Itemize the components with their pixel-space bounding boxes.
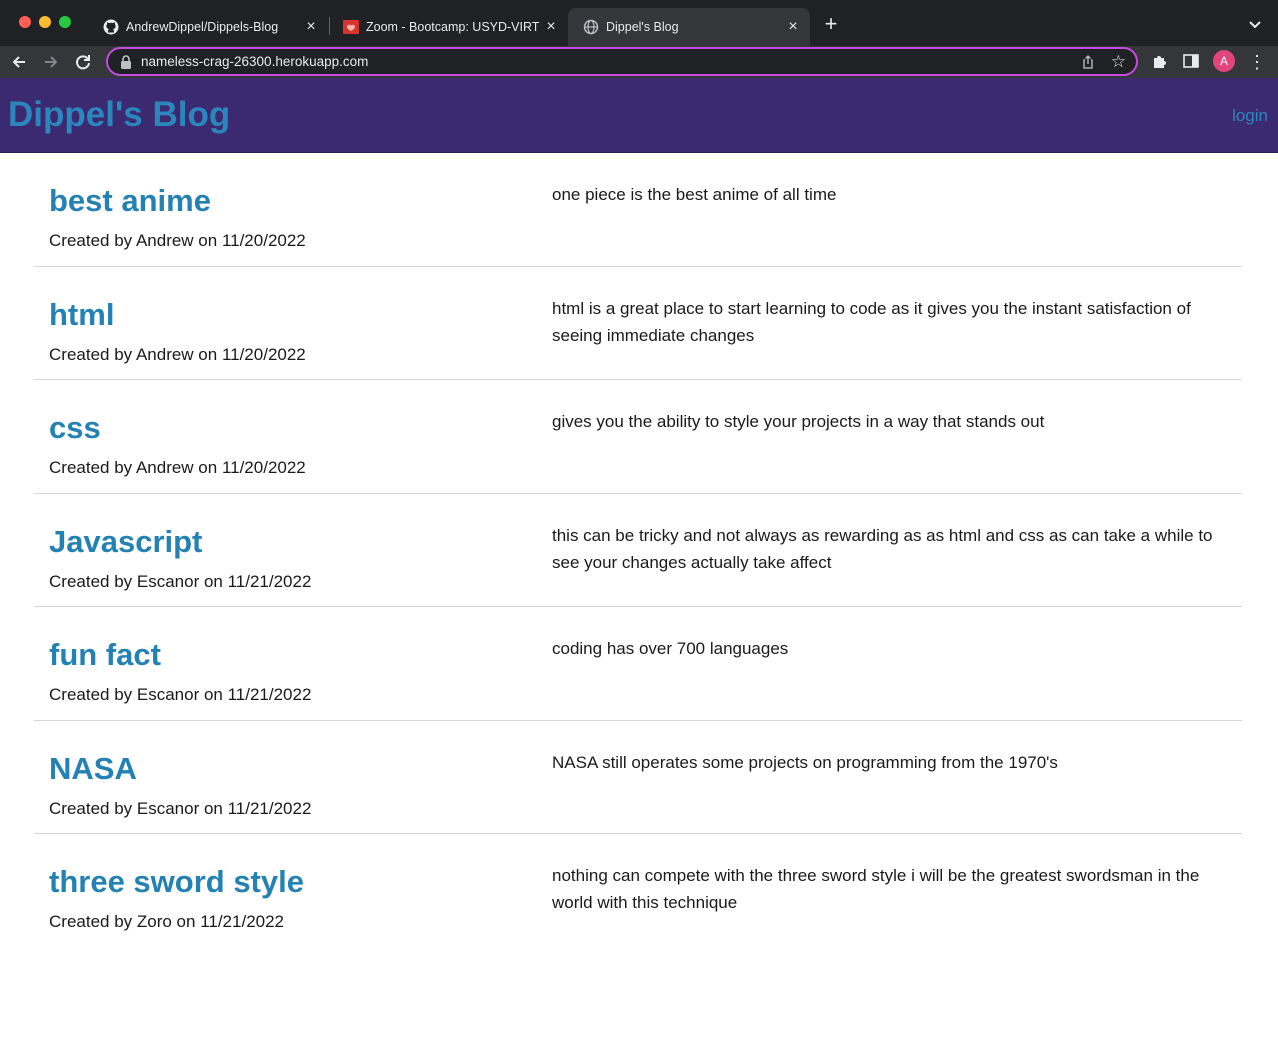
post-body: NASA still operates some projects on pro…	[552, 752, 1058, 772]
post-body: nothing can compete with the three sword…	[552, 866, 1200, 912]
post-meta: Created by Escanor on 11/21/2022	[49, 571, 312, 591]
post-title-link[interactable]: best anime	[49, 183, 211, 219]
post-meta: Created by Zoro on 11/21/2022	[49, 912, 285, 931]
browser-toolbar: nameless-crag-26300.herokuapp.com ☆ A ⋮	[0, 46, 1278, 78]
post-card: fun fact Created by Escanor on 11/21/202…	[34, 607, 1242, 721]
close-icon[interactable]: ×	[300, 18, 322, 36]
post-card: html Created by Andrew on 11/20/2022 htm…	[34, 267, 1242, 380]
lock-icon[interactable]	[120, 55, 132, 69]
window-minimize-button[interactable]	[39, 16, 51, 28]
browser-tab-strip: AndrewDippel/Dippels-Blog × Zoom - Bootc…	[0, 0, 1278, 46]
globe-icon	[583, 19, 599, 35]
post-card: Javascript Created by Escanor on 11/21/2…	[34, 494, 1242, 607]
chevron-down-icon[interactable]	[1246, 15, 1264, 33]
post-title-link[interactable]: three sword style	[49, 864, 304, 900]
github-icon	[103, 19, 119, 35]
close-icon[interactable]: ×	[540, 18, 562, 36]
posts-list: best anime Created by Andrew on 11/20/20…	[34, 153, 1242, 948]
zoom-favicon-icon	[343, 19, 359, 35]
post-title-link[interactable]: css	[49, 410, 101, 446]
post-meta: Created by Escanor on 11/21/2022	[49, 798, 312, 818]
url-text[interactable]: nameless-crag-26300.herokuapp.com	[141, 54, 368, 69]
login-link[interactable]: login	[1232, 106, 1268, 126]
post-body: this can be tricky and not always as rew…	[552, 525, 1213, 572]
reload-icon[interactable]	[72, 51, 94, 73]
window-zoom-button[interactable]	[59, 16, 71, 28]
more-vert-icon[interactable]: ⋮	[1248, 51, 1266, 73]
post-title-link[interactable]: Javascript	[49, 524, 202, 560]
post-body: one piece is the best anime of all time	[552, 185, 837, 204]
post-title-link[interactable]: NASA	[49, 751, 137, 787]
post-title-link[interactable]: fun fact	[49, 637, 161, 673]
post-title-link[interactable]: html	[49, 297, 114, 333]
browser-tab-github[interactable]: AndrewDippel/Dippels-Blog ×	[88, 8, 328, 46]
address-bar[interactable]: nameless-crag-26300.herokuapp.com ☆	[106, 47, 1138, 76]
side-panel-icon[interactable]	[1183, 53, 1199, 69]
bookmark-star-icon[interactable]: ☆	[1111, 52, 1126, 71]
close-icon[interactable]: ×	[782, 18, 804, 36]
tab-title: Zoom - Bootcamp: USYD-VIRT	[366, 20, 540, 34]
extensions-puzzle-icon[interactable]	[1151, 52, 1169, 70]
post-meta: Created by Andrew on 11/20/2022	[49, 231, 306, 250]
share-icon[interactable]	[1080, 54, 1096, 70]
post-body: html is a great place to start learning …	[552, 298, 1191, 345]
post-meta: Created by Escanor on 11/21/2022	[49, 685, 312, 704]
post-meta: Created by Andrew on 11/20/2022	[49, 458, 306, 477]
window-close-button[interactable]	[19, 16, 31, 28]
tab-title: Dippel's Blog	[606, 20, 679, 34]
post-card: three sword style Created by Zoro on 11/…	[34, 834, 1242, 948]
tab-title: AndrewDippel/Dippels-Blog	[126, 20, 279, 34]
post-body: coding has over 700 languages	[552, 639, 789, 658]
back-arrow-icon[interactable]	[8, 51, 30, 73]
new-tab-plus-icon[interactable]: +	[820, 13, 842, 35]
post-body: gives you the ability to style your proj…	[552, 412, 1045, 431]
post-card: best anime Created by Andrew on 11/20/20…	[34, 153, 1242, 267]
site-title[interactable]: Dippel's Blog	[8, 95, 230, 135]
post-card: css Created by Andrew on 11/20/2022 give…	[34, 380, 1242, 494]
site-header: Dippel's Blog login	[0, 78, 1278, 153]
browser-tab-blog[interactable]: Dippel's Blog ×	[568, 8, 810, 46]
post-meta: Created by Andrew on 11/20/2022	[49, 344, 306, 364]
post-card: NASA Created by Escanor on 11/21/2022 NA…	[34, 721, 1242, 834]
forward-arrow-icon[interactable]	[40, 51, 62, 73]
profile-avatar[interactable]: A	[1213, 50, 1235, 72]
browser-tab-zoom[interactable]: Zoom - Bootcamp: USYD-VIRT ×	[328, 8, 568, 46]
